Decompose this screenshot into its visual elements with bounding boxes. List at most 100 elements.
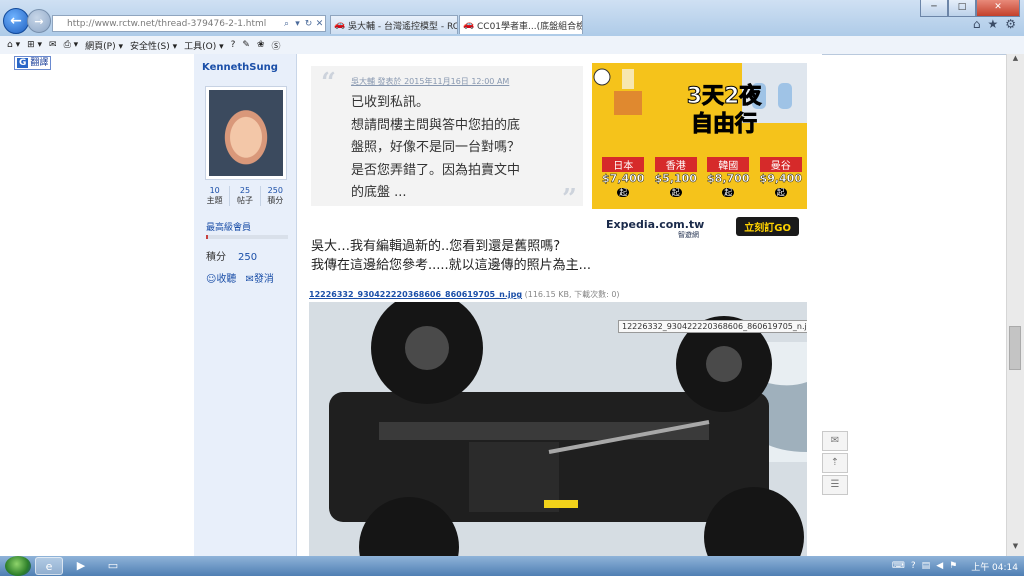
stat-label: 積分 [267, 196, 284, 205]
stat-value: 25 [239, 186, 251, 195]
expedia-sub: 智遊網 [678, 231, 699, 239]
browser-tools: ⌂ ★ ⚙ [973, 17, 1016, 31]
translate-button[interactable]: G 翻譯 [14, 56, 52, 70]
close-quote-icon: ” [562, 184, 577, 214]
comment-icon[interactable]: ✉ [822, 431, 848, 451]
ad-price-korea: 韓國 $8,700 起 [707, 157, 750, 198]
ad-from: 起 [722, 188, 735, 197]
stat-posts[interactable]: 25 帖子 [230, 186, 261, 206]
menu-tools[interactable]: 工具(O) ▾ [184, 39, 224, 52]
quote-line: 盤照，好像不是同一台對嗎？ [351, 140, 521, 155]
rc-car-favicon-icon: 🚗 [463, 19, 475, 30]
quote-line: 的底盤 ... [351, 185, 407, 200]
refresh-icon[interactable]: ↻ [303, 19, 314, 29]
avatar-photo [209, 90, 283, 176]
taskbar-ie-icon[interactable]: e [35, 557, 63, 575]
flag-icon[interactable]: ⚑ [949, 561, 957, 571]
menu-page[interactable]: 網頁(P) ▾ [85, 39, 123, 52]
message-label: 發消 [253, 274, 274, 285]
follow-button[interactable]: ☺收聽 [206, 270, 236, 285]
tab-cc01[interactable]: 🚗 CC01學者車...(底盤組合檢... ✕ [459, 15, 583, 34]
stat-value: 250 [267, 186, 283, 195]
reply-line: 吳大…我有編輯過新的..您看到還是舊照嗎? [311, 239, 561, 254]
volume-icon[interactable]: ◀ [936, 561, 943, 571]
forward-button[interactable]: → [27, 9, 51, 33]
avatar[interactable] [205, 86, 287, 180]
ad-headline-1: 3天2夜 [686, 84, 762, 110]
ad-price-bangkok: 曼谷 $9,400 起 [759, 157, 802, 198]
ad-city: 香港 [654, 157, 697, 172]
scroll-down-icon[interactable]: ▼ [1007, 542, 1024, 556]
rc-chassis-photo [309, 302, 807, 556]
gear-icon[interactable]: ⚙ [1005, 17, 1016, 31]
quote-meta[interactable]: 吳大輔 發表於 2015年11月16日 12:00 AM [351, 76, 509, 87]
ad-headline: 3天2夜 自由行 [644, 83, 804, 139]
menu-safety[interactable]: 安全性(S) ▾ [130, 39, 177, 52]
start-button[interactable] [5, 556, 31, 576]
research-icon[interactable]: ✎ [242, 40, 250, 50]
back-button[interactable]: ← [3, 8, 29, 34]
vertical-scrollbar[interactable]: ▲ ▼ [1006, 54, 1024, 556]
reply-text: 吳大…我有編輯過新的..您看到還是舊照嗎? 我傳在這邊給您參考.....就以這邊… [311, 237, 591, 275]
taskbar-folder-icon[interactable]: ▭ [99, 557, 127, 575]
feeds-icon[interactable]: ⊞ ▾ [27, 40, 42, 50]
member-rank[interactable]: 最高級會員 [206, 220, 251, 233]
dropdown-icon[interactable]: ▾ [292, 19, 303, 29]
rank-progress-bar [206, 235, 288, 239]
stat-topics[interactable]: 10 主題 [200, 186, 231, 206]
ad-city: 日本 [602, 157, 645, 172]
close-window-button[interactable]: ✕ [976, 0, 1020, 17]
reply-line: 我傳在這邊給您參考.....就以這邊傳的照片為主... [311, 258, 592, 273]
skype-icon[interactable]: Ⓢ [272, 39, 281, 52]
ad-headline-2: 自由行 [690, 112, 757, 138]
ad-from: 起 [617, 188, 630, 197]
scroll-thumb[interactable] [1009, 326, 1021, 370]
help-icon[interactable]: ? [231, 40, 236, 50]
help-tray-icon[interactable]: ? [911, 561, 916, 571]
list-icon[interactable]: ☰ [822, 475, 848, 495]
mail-icon[interactable]: ✉ [49, 40, 57, 50]
network-icon[interactable]: ▤ [922, 561, 931, 571]
stat-label: 主題 [206, 196, 223, 205]
address-bar[interactable]: http://www.rctw.net/thread-379476-2-1.ht… [52, 15, 326, 32]
page-left-margin [0, 54, 194, 556]
search-icon[interactable]: ⌕ [281, 19, 292, 29]
addon-icon[interactable]: ❀ [257, 40, 265, 50]
image-tooltip: 12226332_930422220368606_860619705_n.jpg [618, 320, 807, 333]
home-small-icon[interactable]: ⌂ ▾ [7, 40, 20, 50]
scroll-up-icon[interactable]: ▲ [1007, 54, 1024, 68]
print-icon[interactable]: ⎙ ▾ [64, 40, 79, 50]
author-name[interactable]: KennethSung [202, 62, 278, 73]
attachment-link[interactable]: 12226332_930422220368606_860619705_n.jpg [309, 290, 522, 299]
home-icon[interactable]: ⌂ [973, 17, 981, 31]
stop-icon[interactable]: ✕ [314, 19, 325, 29]
floating-tools: ✉ ⇡ ☰ [822, 431, 848, 497]
minimize-button[interactable]: ─ [920, 0, 948, 17]
rank-progress-fill [206, 235, 208, 239]
favorites-star-icon[interactable]: ★ [987, 17, 998, 31]
attachment-meta: (116.15 KB, 下載次數: 0) [524, 290, 620, 299]
tab-rctw[interactable]: 🚗 吳大輔 - 台灣遙控模型 - RC T... [330, 15, 458, 34]
message-button[interactable]: ✉發消 [245, 270, 273, 285]
points-row: 積分 250 [206, 248, 257, 263]
stat-points[interactable]: 250 積分 [261, 186, 290, 206]
author-profile: KennethSung 10 主題 25 帖子 250 積分 最高級會員 積分 250 … [194, 54, 297, 556]
back-to-top-icon[interactable]: ⇡ [822, 453, 848, 473]
ad-amount: $9,400 [759, 172, 802, 185]
tab-label: 吳大輔 - 台灣遙控模型 - RC T... [348, 21, 458, 32]
author-stats: 10 主題 25 帖子 250 積分 [200, 186, 290, 206]
quote-block: “ ” 吳大輔 發表於 2015年11月16日 12:00 AM 已收到私訊。 … [311, 66, 583, 214]
address-url[interactable]: http://www.rctw.net/thread-379476-2-1.ht… [53, 19, 281, 29]
ad-from: 起 [669, 188, 682, 197]
clock[interactable]: 上午 04:14 [971, 560, 1018, 573]
taskbar-media-icon[interactable]: ▶ [67, 557, 95, 575]
travel-ad-banner[interactable]: 3天2夜 自由行 日本 $7,400 起 香港 $5,100 起 韓國 $8,700 起 曼… [592, 63, 807, 241]
ad-amount: $7,400 [602, 172, 645, 185]
maximize-button[interactable]: □ [948, 0, 976, 17]
ad-price-japan: 日本 $7,400 起 [602, 157, 645, 198]
ad-cta-button[interactable]: 立刻訂GO [736, 217, 799, 236]
quote-body: 已收到私訊。 想請問樓主問與答中您拍的底 盤照，好像不是同一台對嗎？ 是否您弄錯… [351, 92, 556, 205]
attachment-photo[interactable]: 12226332_930422220368606_860619705_n.jpg [309, 302, 807, 556]
profile-actions: ☺收聽 ✉發消 [206, 270, 274, 285]
keyboard-icon[interactable]: ⌨ [892, 561, 905, 571]
